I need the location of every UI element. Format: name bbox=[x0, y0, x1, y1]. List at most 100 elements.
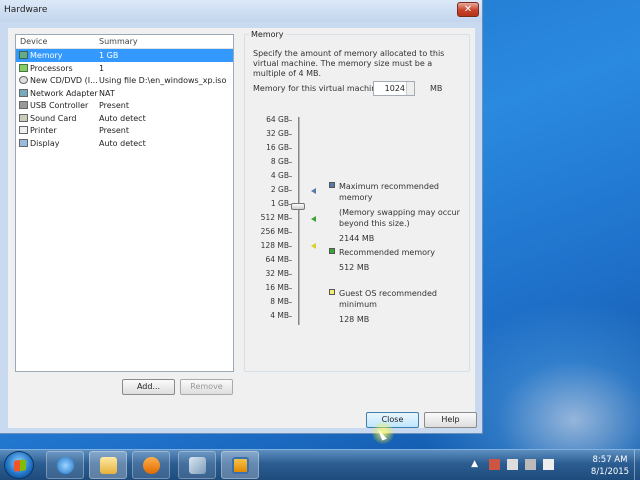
tray-volume-icon[interactable] bbox=[543, 459, 554, 470]
scale-label: 64 MB bbox=[265, 255, 289, 264]
media-player-icon bbox=[143, 457, 160, 474]
device-name: Display bbox=[30, 138, 60, 148]
device-row-network-adapter[interactable]: Network Adapter NAT bbox=[16, 87, 233, 100]
taskbar-media-player[interactable] bbox=[132, 451, 170, 479]
max-recommended-marker bbox=[311, 188, 316, 194]
show-hidden-icons[interactable]: ▲ bbox=[471, 459, 478, 469]
vm-icon bbox=[189, 457, 206, 474]
device-list-header: Device Summary bbox=[16, 35, 233, 49]
max-recommended-swatch bbox=[329, 182, 335, 188]
device-column-header[interactable]: Device bbox=[20, 37, 47, 46]
vmware-icon bbox=[232, 457, 249, 474]
scale-label: 4 GB bbox=[270, 171, 289, 180]
remove-device-button[interactable]: Remove bbox=[180, 379, 233, 395]
memory-description: Specify the amount of memory allocated t… bbox=[253, 49, 445, 78]
printer-icon bbox=[19, 126, 28, 134]
device-row-printer[interactable]: Printer Present bbox=[16, 124, 233, 137]
device-summary: 1 bbox=[99, 63, 105, 73]
internet-explorer-icon bbox=[57, 457, 74, 474]
taskbar-virtual-machine[interactable] bbox=[178, 451, 216, 479]
memory-icon bbox=[19, 51, 28, 59]
legend-max-label: Maximum recommended memory bbox=[339, 182, 439, 202]
tray-flag-icon[interactable] bbox=[507, 459, 518, 470]
legend-max-recommended: Maximum recommended memory (Memory swapp… bbox=[329, 181, 469, 244]
device-summary: NAT bbox=[99, 88, 115, 98]
scale-label: 16 GB bbox=[266, 143, 289, 152]
legend-guest-min: Guest OS recommended minimum 128 MB bbox=[329, 288, 469, 325]
device-name: Memory bbox=[30, 51, 63, 60]
device-list[interactable]: Device Summary Memory 1 GB Processors 1 … bbox=[15, 34, 234, 372]
scale-label: 128 MB bbox=[260, 241, 289, 250]
taskbar-internet-explorer[interactable] bbox=[46, 451, 84, 479]
device-summary: Using file D:\en_windows_xp.iso bbox=[99, 76, 227, 85]
device-summary: Auto detect bbox=[99, 138, 146, 148]
legend-max-value: 2144 MB bbox=[339, 234, 375, 243]
device-row-display[interactable]: Display Auto detect bbox=[16, 137, 233, 150]
tray-device-icon[interactable] bbox=[525, 459, 536, 470]
scale-label: 1 GB bbox=[270, 199, 289, 208]
cd-dvd-icon bbox=[19, 76, 28, 84]
scale-label: 64 GB bbox=[266, 115, 289, 124]
dialog-body: Device Summary Memory 1 GB Processors 1 … bbox=[8, 28, 477, 428]
add-device-button[interactable]: Add... bbox=[122, 379, 175, 395]
memory-spinner[interactable] bbox=[406, 82, 414, 95]
device-summary: Present bbox=[99, 101, 130, 110]
scale-label: 8 GB bbox=[270, 157, 289, 166]
device-row-sound-card[interactable]: Sound Card Auto detect bbox=[16, 112, 233, 125]
scale-label: 256 MB bbox=[260, 227, 289, 236]
memory-unit: MB bbox=[430, 84, 443, 93]
taskbar-file-explorer[interactable] bbox=[89, 451, 127, 479]
file-explorer-icon bbox=[100, 457, 117, 474]
device-name: Network Adapter bbox=[30, 88, 98, 98]
device-summary: 1 GB bbox=[99, 51, 119, 60]
memory-slider-track[interactable] bbox=[298, 117, 300, 325]
close-window-button[interactable]: ✕ bbox=[457, 2, 479, 17]
legend-max-note: (Memory swapping may occur beyond this s… bbox=[339, 208, 460, 228]
memory-group-label: Memory bbox=[249, 30, 286, 39]
device-summary: Present bbox=[99, 126, 130, 135]
guest-min-swatch bbox=[329, 289, 335, 295]
hardware-dialog: Hardware ✕ Device Summary Memory 1 GB Pr… bbox=[0, 0, 483, 434]
recommended-swatch bbox=[329, 248, 335, 254]
start-button[interactable] bbox=[4, 451, 34, 479]
window-title: Hardware bbox=[4, 5, 48, 15]
taskbar: ▲ 8:57 AM 8/1/2015 bbox=[0, 449, 640, 480]
scale-label: 32 GB bbox=[266, 129, 289, 138]
device-row-memory[interactable]: Memory 1 GB bbox=[16, 49, 233, 62]
help-button[interactable]: Help bbox=[424, 412, 477, 428]
device-row-usb-controller[interactable]: USB Controller Present bbox=[16, 99, 233, 112]
scale-label: 512 MB bbox=[260, 213, 289, 222]
tray-network-icon[interactable] bbox=[489, 459, 500, 470]
clock-time: 8:57 AM bbox=[592, 455, 628, 465]
legend-rec-label: Recommended memory bbox=[339, 248, 436, 257]
scale-label: 4 MB bbox=[270, 311, 289, 320]
device-name: Sound Card bbox=[30, 113, 77, 123]
sound-card-icon bbox=[19, 113, 28, 122]
summary-column-header[interactable]: Summary bbox=[99, 37, 138, 46]
taskbar-vmware[interactable] bbox=[221, 451, 259, 479]
system-clock[interactable]: 8:57 AM 8/1/2015 bbox=[588, 454, 632, 478]
memory-slider-thumb[interactable] bbox=[291, 203, 305, 210]
device-summary: Auto detect bbox=[99, 113, 146, 123]
memory-size-value: 1024 bbox=[384, 84, 405, 93]
device-name: New CD/DVD (I... bbox=[30, 76, 98, 85]
device-row-processors[interactable]: Processors 1 bbox=[16, 62, 233, 75]
memory-settings-group: Memory Specify the amount of memory allo… bbox=[244, 30, 470, 372]
device-name: Processors bbox=[30, 63, 73, 73]
recommended-marker bbox=[311, 216, 316, 222]
device-row-cd-dvd[interactable]: New CD/DVD (I... Using file D:\en_window… bbox=[16, 74, 233, 87]
device-name: USB Controller bbox=[30, 101, 89, 110]
close-icon: ✕ bbox=[463, 4, 473, 15]
clock-date: 8/1/2015 bbox=[590, 467, 630, 477]
legend-min-value: 128 MB bbox=[339, 315, 370, 324]
device-name: Printer bbox=[30, 126, 57, 135]
legend-rec-value: 512 MB bbox=[339, 263, 370, 272]
title-bar[interactable]: Hardware ✕ bbox=[0, 0, 482, 22]
show-desktop-button[interactable] bbox=[634, 450, 640, 480]
memory-field-label: Memory for this virtual machine: bbox=[253, 84, 384, 93]
display-icon bbox=[19, 138, 28, 147]
memory-size-input[interactable]: 1024 bbox=[373, 81, 415, 96]
windows-logo-icon bbox=[14, 459, 26, 472]
scale-label: 16 MB bbox=[265, 283, 289, 292]
guest-min-marker bbox=[311, 243, 316, 249]
